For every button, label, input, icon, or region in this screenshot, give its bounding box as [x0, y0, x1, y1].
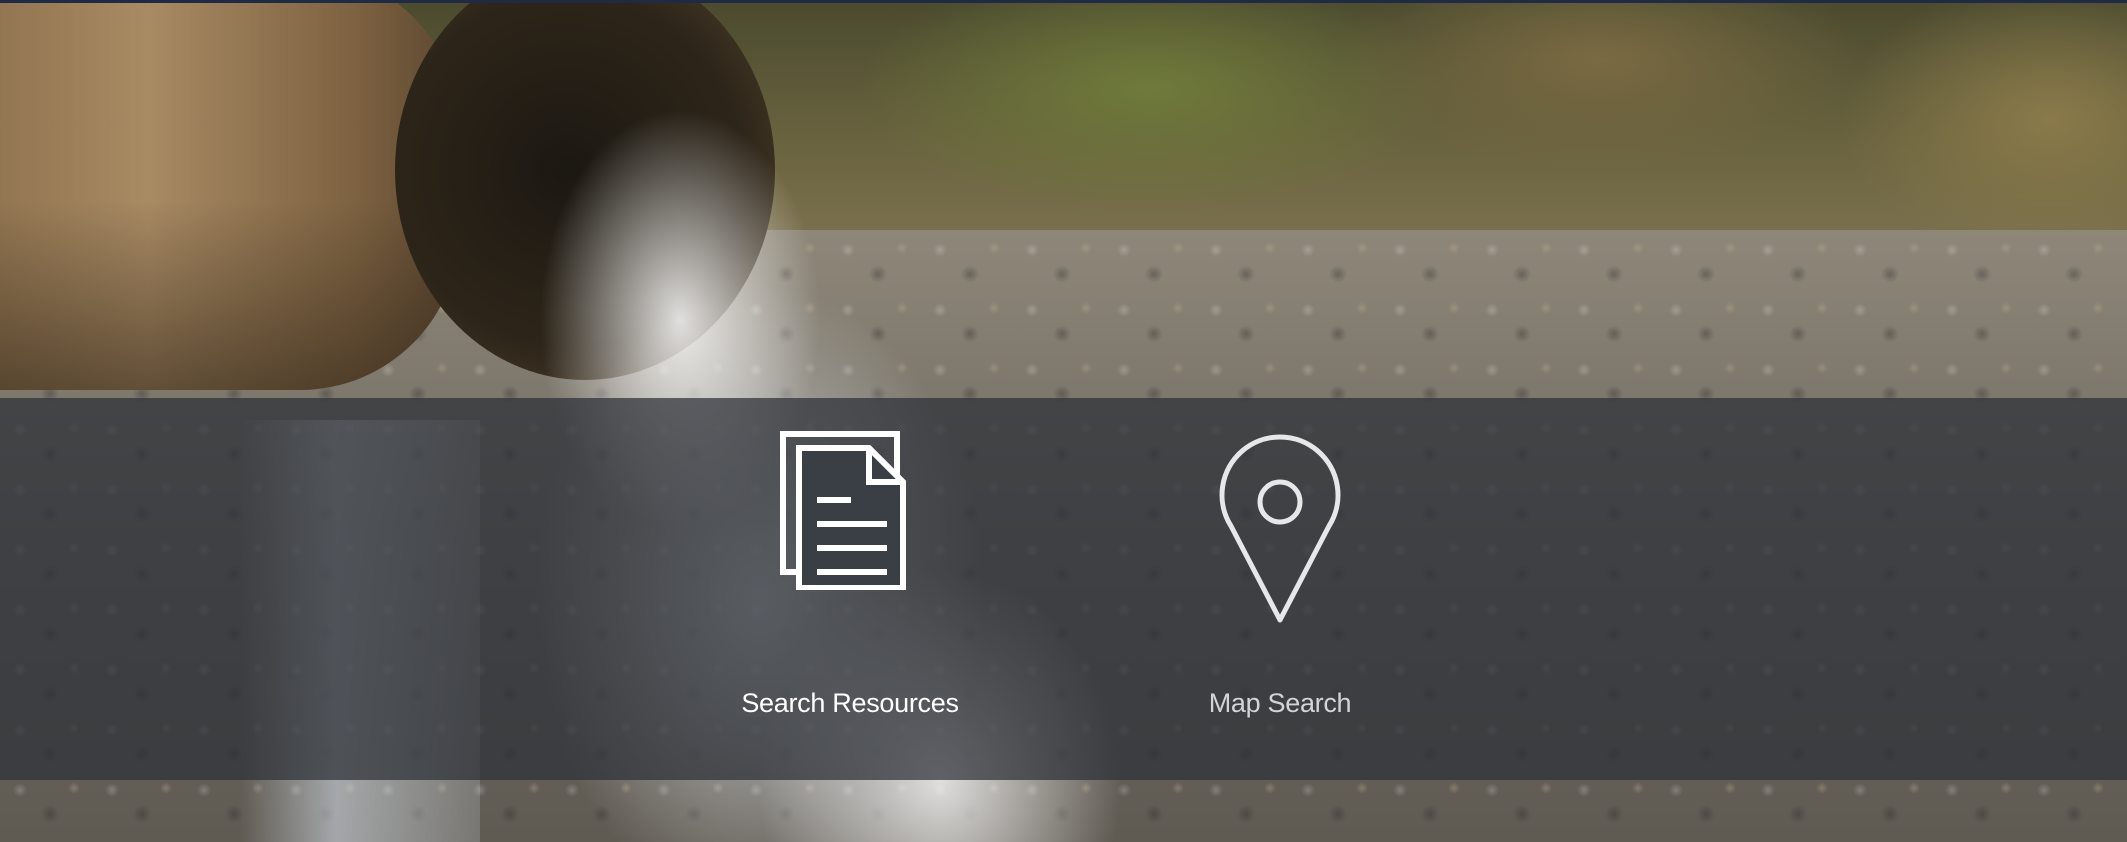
- quick-actions-band: Search Resources Map Search: [0, 398, 2127, 780]
- map-search-label: Map Search: [1208, 688, 1352, 718]
- search-resources-label: Search Resources: [741, 688, 959, 718]
- hero-banner: Search Resources Map Search: [0, 0, 2127, 842]
- top-border: [0, 0, 2127, 3]
- document-icon: [775, 430, 925, 591]
- search-resources-button[interactable]: Search Resources: [700, 398, 1000, 780]
- map-pin-icon: [1215, 428, 1345, 628]
- map-search-button[interactable]: Map Search: [1130, 398, 1430, 780]
- drain-pipe: [0, 0, 460, 390]
